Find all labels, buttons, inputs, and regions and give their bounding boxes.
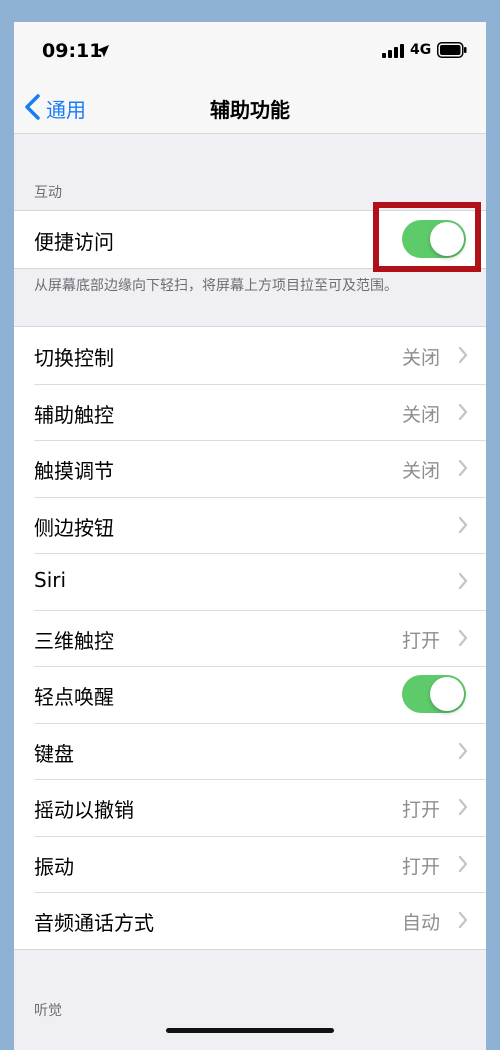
row-tap-to-wake: 轻点唤醒 [14,666,486,723]
toggle-knob [430,677,464,711]
tap-to-wake-toggle[interactable] [402,675,466,713]
section-header-hearing: 听觉 [34,1003,62,1019]
chevron-right-icon [458,629,468,646]
row-value: 关闭 [401,460,440,482]
row-siri[interactable]: Siri [14,553,486,610]
navigation-bar: 通用 辅助功能 [14,80,486,134]
reachability-footer: 从屏幕底部边缘向下轻扫，将屏幕上方项目拉至可及范围。 [34,278,398,294]
row-vibration[interactable]: 振动 打开 [14,835,486,893]
row-value: 打开 [401,799,440,821]
row-label: 键盘 [34,741,74,766]
row-touch-accommodations[interactable]: 触摸调节 关闭 [14,440,486,497]
row-assistive-touch[interactable]: 辅助触控 关闭 [14,383,486,441]
status-time: 09:11 [42,40,103,62]
page-title: 辅助功能 [210,98,290,122]
row-label: 辅助触控 [34,402,114,427]
row-call-audio-routing[interactable]: 音频通话方式 自动 [14,892,486,949]
row-side-button[interactable]: 侧边按钮 [14,496,486,554]
row-label: 触摸调节 [34,459,114,483]
chevron-right-icon [458,516,468,533]
chevron-right-icon [458,855,468,872]
section-header-interaction: 互动 [34,185,62,201]
row-label: 切换控制 [34,346,114,370]
row-value: 自动 [401,912,440,934]
row-keyboard[interactable]: 键盘 [14,722,486,780]
highlight-annotation [373,202,481,272]
row-value: 打开 [401,855,440,878]
row-label: 侧边按钮 [34,515,114,540]
chevron-right-icon [458,742,468,759]
row-value: 关闭 [401,403,440,426]
reachability-label: 便捷访问 [34,230,114,254]
chevron-right-icon [458,911,468,929]
row-label: 音频通话方式 [34,911,154,935]
row-3d-touch[interactable]: 三维触控 打开 [14,609,486,667]
network-type: 4G [410,42,432,58]
chevron-right-icon [458,572,468,590]
location-arrow-icon [97,45,109,57]
home-indicator[interactable] [166,1028,334,1033]
row-switch-control[interactable]: 切换控制 关闭 [14,327,486,384]
row-label: 三维触控 [34,628,114,653]
chevron-right-icon [458,403,468,420]
phone-screen: 09:11 4G 通用 辅助功能 互动 便捷访问 从屏幕底部边缘向下轻扫，将屏幕… [14,22,486,1050]
chevron-right-icon [458,459,468,477]
status-bar: 09:11 4G [14,22,486,80]
row-label: 摇动以撤销 [34,798,134,822]
row-shake-to-undo[interactable]: 摇动以撤销 打开 [14,779,486,836]
chevron-right-icon [458,798,468,816]
row-label: Siri [34,568,67,592]
row-value: 打开 [401,629,440,652]
row-value: 关闭 [401,347,440,369]
battery-icon [437,42,467,58]
signal-bars-icon [382,44,404,58]
settings-list: 切换控制 关闭 辅助触控 关闭 触摸调节 关闭 侧边按钮 Siri 三维触控 打… [14,326,486,950]
chevron-right-icon [458,346,468,364]
row-label: 轻点唤醒 [34,685,114,709]
row-label: 振动 [34,854,74,879]
